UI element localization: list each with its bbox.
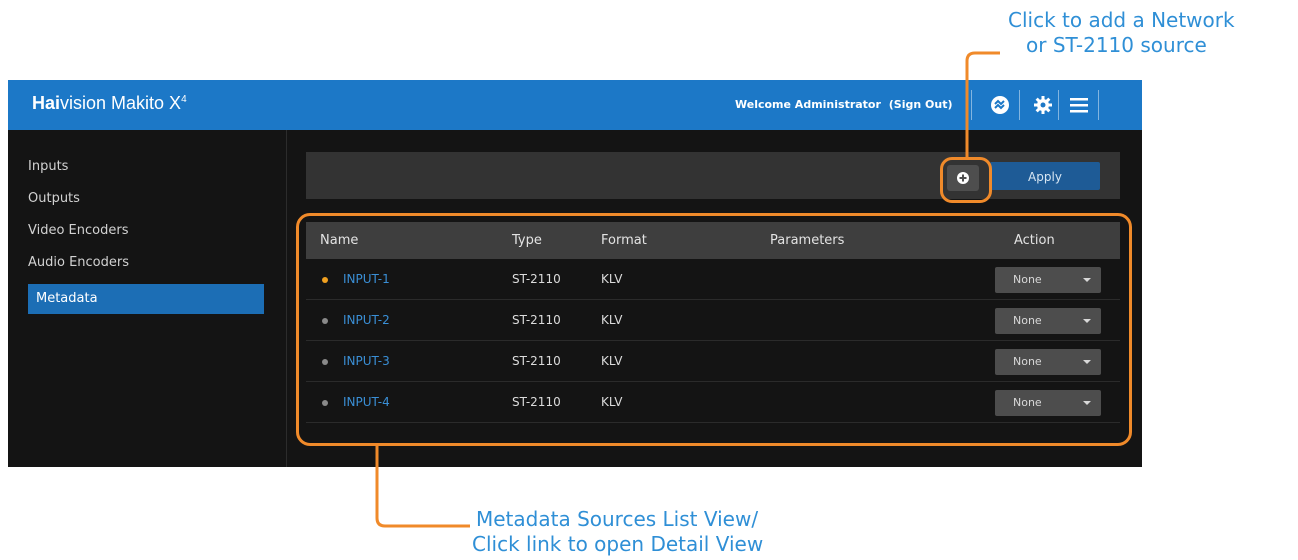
table-row: INPUT-3 ST-2110 KLV None (306, 341, 1120, 382)
input-type: ST-2110 (512, 313, 561, 327)
sidebar-item-video-encoders[interactable]: Video Encoders (28, 216, 264, 246)
column-header-action: Action (1014, 233, 1055, 248)
brand-sup: 4 (181, 94, 187, 105)
gear-icon[interactable] (1030, 92, 1056, 118)
haivision-logo-icon[interactable] (987, 92, 1013, 118)
sidebar-item-metadata[interactable]: Metadata (28, 284, 264, 314)
sidebar: Inputs Outputs Video Encoders Audio Enco… (8, 130, 287, 467)
sidebar-item-outputs[interactable]: Outputs (28, 184, 264, 214)
welcome-message: Welcome Administrator (Sign Out) (735, 98, 953, 111)
screenshot-root: Click to add a Network or ST-2110 source… (0, 0, 1298, 560)
sidebar-item-label: Inputs (28, 159, 69, 174)
input-name-link[interactable]: INPUT-4 (343, 395, 390, 409)
chevron-down-icon (1083, 401, 1091, 405)
status-dot (322, 359, 328, 365)
action-dropdown[interactable]: None (995, 390, 1101, 416)
column-header-parameters: Parameters (770, 233, 845, 248)
input-name-link[interactable]: INPUT-2 (343, 313, 390, 327)
input-format: KLV (601, 313, 623, 327)
add-source-callout: Click to add a Network or ST-2110 source (1008, 8, 1235, 58)
plus-circle-icon (957, 172, 969, 184)
status-dot (322, 318, 328, 324)
divider (1019, 90, 1020, 120)
sidebar-item-label: Outputs (28, 191, 80, 206)
input-type: ST-2110 (512, 395, 561, 409)
table-header: Name Type Format Parameters Action (306, 222, 1120, 259)
chevron-down-icon (1083, 319, 1091, 323)
status-dot (322, 400, 328, 406)
input-type: ST-2110 (512, 272, 561, 286)
welcome-text: Welcome Administrator (735, 98, 881, 111)
callout-line: or ST-2110 source (1026, 33, 1207, 57)
column-header-format: Format (601, 233, 647, 248)
action-value: None (1013, 355, 1042, 368)
table-row: INPUT-2 ST-2110 KLV None (306, 300, 1120, 341)
input-type: ST-2110 (512, 354, 561, 368)
metadata-sources-table: Name Type Format Parameters Action INPUT… (306, 222, 1120, 436)
divider (971, 90, 972, 120)
chevron-down-icon (1083, 360, 1091, 364)
action-value: None (1013, 273, 1042, 286)
hamburger-menu-icon[interactable] (1066, 92, 1092, 118)
sidebar-item-label: Audio Encoders (28, 255, 130, 270)
table-row: INPUT-1 ST-2110 KLV None (306, 259, 1120, 300)
sidebar-item-inputs[interactable]: Inputs (28, 152, 264, 182)
input-name-link[interactable]: INPUT-3 (343, 354, 390, 368)
sidebar-item-audio-encoders[interactable]: Audio Encoders (28, 248, 264, 278)
brand-bold: Hai (32, 93, 61, 113)
callout-line: Metadata Sources List View/ (476, 507, 759, 531)
list-view-callout: Metadata Sources List View/ Click link t… (472, 507, 763, 557)
action-value: None (1013, 396, 1042, 409)
action-dropdown[interactable]: None (995, 267, 1101, 293)
callout-line: Click link to open Detail View (472, 532, 764, 556)
action-value: None (1013, 314, 1042, 327)
column-header-type: Type (512, 233, 542, 248)
input-name-link[interactable]: INPUT-1 (343, 272, 390, 286)
input-format: KLV (601, 395, 623, 409)
divider (1058, 90, 1059, 120)
brand-logo: Haivision Makito X4 (32, 93, 187, 114)
column-header-name: Name (320, 233, 359, 248)
chevron-down-icon (1083, 278, 1091, 282)
top-bar: Haivision Makito X4 Welcome Administrato… (8, 80, 1142, 130)
action-dropdown[interactable]: None (995, 308, 1101, 334)
sign-out-link[interactable]: (Sign Out) (889, 98, 953, 111)
status-dot (322, 277, 328, 283)
sidebar-item-label: Video Encoders (28, 223, 129, 238)
divider (1098, 90, 1099, 120)
callout-line: Click to add a Network (1008, 8, 1235, 32)
add-source-button[interactable] (947, 165, 979, 191)
apply-button[interactable]: Apply (990, 162, 1100, 190)
sidebar-item-label: Metadata (36, 291, 98, 306)
input-format: KLV (601, 272, 623, 286)
action-dropdown[interactable]: None (995, 349, 1101, 375)
brand-name: vision Makito X (60, 93, 182, 113)
input-format: KLV (601, 354, 623, 368)
table-row: INPUT-4 ST-2110 KLV None (306, 382, 1120, 423)
